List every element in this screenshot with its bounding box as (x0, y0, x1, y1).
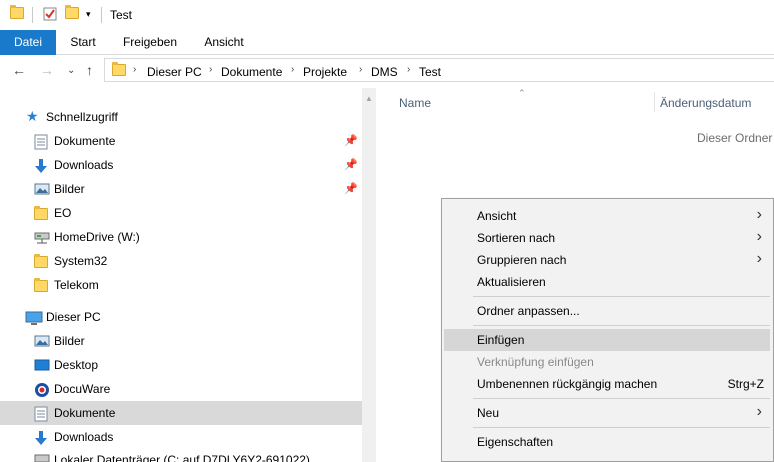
breadcrumb-separator-icon[interactable]: › (407, 64, 410, 75)
nav-item-system32[interactable]: System32 (0, 249, 362, 273)
nav-item-telekom[interactable]: Telekom (0, 273, 362, 297)
desktop-icon (34, 358, 50, 374)
menu-item-aktualisieren[interactable]: Aktualisieren (444, 271, 770, 293)
nav-item-downloads[interactable]: Downloads 📌 (0, 153, 362, 177)
ribbon-tabs: Datei Start Freigeben Ansicht (0, 30, 774, 55)
folder-icon (34, 254, 50, 272)
chevron-right-icon: › (756, 228, 762, 245)
menu-item-einfuegen[interactable]: Einfügen (444, 329, 770, 351)
breadcrumb-separator-icon[interactable]: › (291, 64, 294, 75)
address-row: ← → ⌄ ↑ › Dieser PC › Dokumente › Projek… (0, 56, 774, 86)
pictures-icon (34, 334, 50, 350)
star-icon: ★ (26, 108, 39, 124)
tab-datei[interactable]: Datei (0, 30, 56, 55)
shortcut-label: Strg+Z (727, 377, 764, 391)
pin-icon[interactable]: 📌 (344, 134, 358, 147)
menu-item-ansicht[interactable]: Ansicht › (444, 205, 770, 227)
nav-item-homedrive[interactable]: HomeDrive (W:) (0, 225, 362, 249)
menu-separator (473, 398, 770, 399)
nav-item-dokumente[interactable]: Dokumente 📌 (0, 129, 362, 153)
sort-ascending-icon: ⌃ (518, 88, 526, 98)
docuware-icon (34, 382, 50, 398)
documents-icon (34, 406, 50, 422)
nav-item-local-drive[interactable]: Lokaler Datenträger (C: auf D7DLY6Y2-691… (0, 449, 362, 462)
navigation-pane: ★ Schnellzugriff Dokumente 📌 Downloads 📌… (0, 88, 376, 462)
properties-icon[interactable] (43, 7, 57, 21)
recent-locations-chevron-icon[interactable]: ⌄ (67, 65, 75, 76)
network-drive-icon (34, 230, 50, 246)
column-divider[interactable] (654, 92, 655, 112)
downloads-icon (34, 430, 50, 446)
nav-item-eo[interactable]: EO (0, 201, 362, 225)
chevron-down-icon[interactable]: ▾ (86, 9, 100, 23)
menu-separator (473, 325, 770, 326)
menu-item-gruppieren[interactable]: Gruppieren nach › (444, 249, 770, 271)
chevron-right-icon: › (756, 206, 762, 223)
address-bar[interactable]: › Dieser PC › Dokumente › Projekte › DMS… (104, 58, 774, 82)
chevron-right-icon: › (756, 403, 762, 420)
toolbar-divider (101, 7, 102, 23)
nav-item-docuware[interactable]: DocuWare (0, 377, 362, 401)
breadcrumb-separator-icon[interactable]: › (133, 64, 136, 75)
folder-icon (34, 278, 50, 296)
new-folder-icon[interactable] (65, 5, 79, 21)
chevron-right-icon: › (756, 250, 762, 267)
documents-icon (34, 134, 50, 150)
breadcrumb-dieser-pc[interactable]: Dieser PC (147, 65, 202, 79)
context-menu: Ansicht › Sortieren nach › Gruppieren na… (441, 198, 774, 462)
breadcrumb-separator-icon[interactable]: › (209, 64, 212, 75)
breadcrumb-dokumente[interactable]: Dokumente (221, 65, 282, 79)
breadcrumb-test[interactable]: Test (419, 65, 441, 79)
pin-icon[interactable]: 📌 (344, 158, 358, 171)
pictures-icon (34, 182, 50, 198)
tab-start[interactable]: Start (60, 30, 106, 55)
empty-folder-message: Dieser Ordner i (697, 131, 774, 145)
back-arrow-icon[interactable]: ← (12, 62, 26, 78)
title-bar: ▾ Test (0, 0, 774, 30)
nav-item-pc-dokumente[interactable]: Dokumente (0, 401, 362, 425)
nav-item-bilder[interactable]: Bilder 📌 (0, 177, 362, 201)
menu-item-eigenschaften[interactable]: Eigenschaften (444, 431, 770, 453)
scroll-up-icon[interactable]: ▲ (365, 94, 373, 103)
toolbar-divider (32, 7, 33, 23)
window-title: Test (110, 8, 133, 22)
folder-icon[interactable] (10, 5, 24, 21)
menu-item-neu[interactable]: Neu › (444, 402, 770, 424)
breadcrumb-separator-icon[interactable]: › (359, 64, 362, 75)
nav-scrollbar[interactable]: ▲ (362, 88, 376, 462)
tab-ansicht[interactable]: Ansicht (194, 30, 254, 55)
breadcrumb-projekte[interactable]: Projekte (303, 65, 347, 79)
nav-item-pc-bilder[interactable]: Bilder (0, 329, 362, 353)
nav-item-desktop[interactable]: Desktop (0, 353, 362, 377)
forward-arrow-icon[interactable]: → (40, 62, 54, 78)
menu-item-ordner-anpassen[interactable]: Ordner anpassen... (444, 300, 770, 322)
drive-icon (34, 453, 50, 462)
tab-freigeben[interactable]: Freigeben (114, 30, 186, 55)
menu-item-umbenennen-rueckgaengig[interactable]: Umbenennen rückgängig machen Strg+Z (444, 373, 770, 395)
pin-icon[interactable]: 📌 (344, 182, 358, 195)
folder-icon (112, 62, 126, 79)
menu-separator (473, 427, 770, 428)
nav-quick-access[interactable]: ★ Schnellzugriff (0, 105, 362, 129)
computer-icon (25, 310, 43, 326)
folder-icon (34, 206, 50, 224)
up-arrow-icon[interactable]: ↑ (86, 62, 93, 78)
breadcrumb-dms[interactable]: DMS (371, 65, 398, 79)
downloads-icon (34, 158, 50, 174)
nav-item-pc-downloads[interactable]: Downloads (0, 425, 362, 449)
nav-this-pc[interactable]: Dieser PC (0, 305, 362, 329)
menu-separator (473, 296, 770, 297)
column-header-name[interactable]: Name (399, 96, 431, 110)
menu-item-sortieren[interactable]: Sortieren nach › (444, 227, 770, 249)
column-header-date[interactable]: Änderungsdatum (660, 96, 751, 110)
menu-item-verknuepfung-einfuegen[interactable]: Verknüpfung einfügen (444, 351, 770, 373)
